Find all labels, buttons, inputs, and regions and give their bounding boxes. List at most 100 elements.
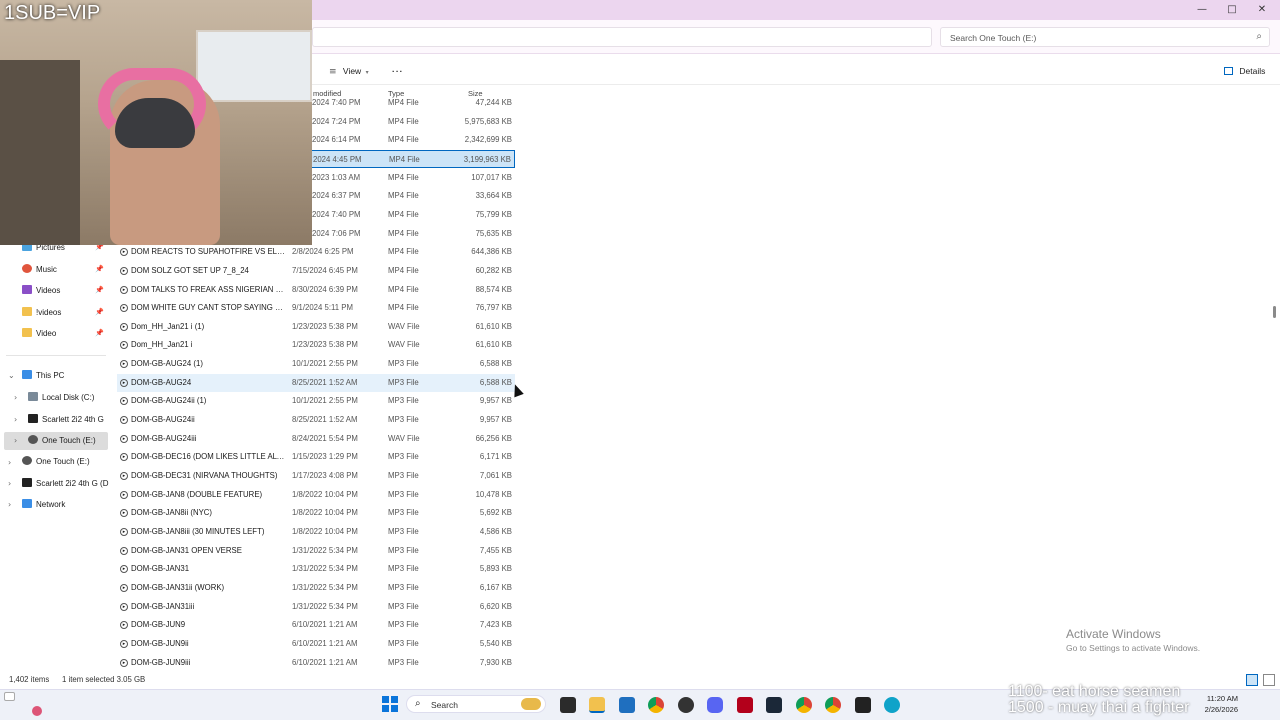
file-name: DOM-GB-AUG24 bbox=[131, 377, 192, 387]
sidebar-item-scarlett[interactable]: Scarlett 2i2 4th G bbox=[28, 411, 104, 429]
sidebar-item-network[interactable]: Network bbox=[22, 496, 65, 514]
file-date-modified: 1/23/2023 5:38 PM bbox=[292, 321, 358, 331]
sidebar-item-one-touch-selected[interactable]: One Touch (E:) bbox=[4, 432, 108, 450]
file-size: 5,975,683 KB bbox=[464, 116, 512, 126]
file-row[interactable]: ▸ DOM-GB-AUG24 8/25/2021 1:52 AM MP3 File 6,… bbox=[117, 373, 515, 392]
media-file-icon: ▸ bbox=[120, 527, 128, 536]
tiles-view-icon[interactable] bbox=[1263, 674, 1275, 686]
sidebar-item-videos[interactable]: Videos bbox=[22, 282, 60, 300]
obs-icon[interactable] bbox=[678, 697, 694, 713]
start-button[interactable] bbox=[382, 696, 398, 712]
chrome-icon[interactable] bbox=[648, 697, 664, 713]
file-row[interactable]: ▸ Dom_HH_Jan21 i (1) 1/23/2023 5:38 PM WAV … bbox=[117, 318, 515, 336]
edge-icon[interactable] bbox=[884, 697, 900, 713]
chevron-right-icon[interactable]: › bbox=[8, 479, 11, 488]
chevron-down-icon[interactable]: ⌄ bbox=[8, 371, 15, 380]
sidebar-item-label: One Touch (E:) bbox=[42, 436, 96, 445]
taskbar-search-box[interactable]: ⌕ Search bbox=[406, 695, 546, 713]
address-path-input[interactable] bbox=[312, 27, 932, 47]
minimize-button[interactable]: — bbox=[1188, 2, 1216, 18]
chrome-icon-2[interactable] bbox=[796, 697, 812, 713]
drive-icon bbox=[28, 435, 38, 444]
file-date-modified: 2023 1:03 AM bbox=[312, 172, 361, 182]
chevron-down-icon: ▾ bbox=[365, 70, 369, 76]
file-explorer-icon[interactable] bbox=[589, 697, 605, 713]
app-icon[interactable] bbox=[855, 697, 871, 713]
system-clock[interactable]: 11:20 AM 2/26/2026 bbox=[1205, 693, 1238, 715]
chevron-right-icon[interactable]: › bbox=[14, 436, 17, 445]
file-name: DOM-GB-JAN8iii (30 MINUTES LEFT) bbox=[131, 526, 265, 536]
more-options-button[interactable]: ··· bbox=[392, 64, 404, 78]
pin-icon: 📌 bbox=[95, 309, 104, 316]
pin-icon: 📌 bbox=[95, 266, 104, 273]
file-row[interactable]: ▸ DOM-GB-JAN31 OPEN VERSE 1/31/2022 5:34 P… bbox=[117, 542, 515, 560]
sidebar-item-videos-folder[interactable]: !videos bbox=[22, 304, 61, 322]
details-pane-button[interactable]: Details bbox=[1224, 64, 1265, 78]
media-file-icon: ▸ bbox=[120, 341, 128, 350]
steam-icon[interactable] bbox=[766, 697, 782, 713]
file-size: 75,635 KB bbox=[475, 228, 512, 238]
file-row[interactable]: ▸ DOM-GB-JAN31 1/31/2022 5:34 PM MP3 File 5,… bbox=[117, 560, 515, 578]
sidebar-item-local-disk[interactable]: Local Disk (C:) bbox=[28, 389, 94, 407]
sidebar-item-music[interactable]: Music bbox=[22, 261, 57, 279]
adobe-icon[interactable] bbox=[737, 697, 753, 713]
item-count: 1,402 items bbox=[9, 675, 50, 684]
file-row[interactable]: ▸ DOM-GB-AUG24iii 8/24/2021 5:54 PM WAV Fil… bbox=[117, 430, 515, 448]
task-view-icon[interactable] bbox=[560, 697, 576, 713]
file-row[interactable]: ▸ DOM-GB-DEC31 (NIRVANA THOUGHTS) 1/17/202… bbox=[117, 467, 515, 485]
details-view-icon[interactable] bbox=[1246, 674, 1258, 686]
file-name: DOM-GB-JUN9ii bbox=[131, 638, 189, 648]
file-row[interactable]: ▸ DOM-GB-JAN31ii (WORK) 1/31/2022 5:34 PM M… bbox=[117, 579, 515, 597]
sidebar-item-label: Scarlett 2i2 4th G (D bbox=[36, 479, 109, 488]
chevron-right-icon[interactable]: › bbox=[14, 415, 17, 424]
file-row[interactable]: ▸ DOM-GB-JAN8 (DOUBLE FEATURE) 1/8/2022 10… bbox=[117, 486, 515, 504]
file-size: 76,797 KB bbox=[475, 303, 512, 313]
close-button[interactable]: ✕ bbox=[1248, 2, 1276, 18]
calculator-icon[interactable] bbox=[619, 697, 635, 713]
chrome-icon-3[interactable] bbox=[825, 697, 841, 713]
file-type: MP3 File bbox=[388, 415, 419, 425]
file-row[interactable]: ▸ DOM-GB-JUN9ii 6/10/2021 1:21 AM MP3 File 5… bbox=[117, 635, 515, 653]
vertical-scrollbar[interactable] bbox=[1273, 306, 1276, 318]
network-icon bbox=[22, 499, 32, 508]
chevron-right-icon[interactable]: › bbox=[8, 458, 11, 467]
discord-icon[interactable] bbox=[707, 697, 723, 713]
file-row[interactable]: ▸ DOM-GB-AUG24ii 8/25/2021 1:52 AM MP3 File… bbox=[117, 411, 515, 429]
sidebar-item-scarlett-d[interactable]: Scarlett 2i2 4th G (D bbox=[22, 475, 108, 493]
file-row[interactable]: ▸ DOM-GB-JAN31iii 1/31/2022 5:34 PM MP3 Fil… bbox=[117, 598, 515, 616]
file-row[interactable]: ▸ DOM TALKS TO FREAK ASS NIGERIAN NI... 8/… bbox=[117, 281, 515, 299]
chevron-right-icon[interactable]: › bbox=[14, 393, 17, 402]
file-row[interactable]: ▸ DOM-GB-DEC16 (DOM LIKES LITTLE ALT... 1/… bbox=[117, 448, 515, 466]
file-date-modified: 10/1/2021 2:55 PM bbox=[292, 396, 358, 406]
file-row[interactable]: ▸ DOM-GB-AUG24ii (1) 10/1/2021 2:55 PM MP3 … bbox=[117, 392, 515, 410]
file-size: 6,588 KB bbox=[479, 359, 512, 369]
view-button[interactable]: ≡ View ▾ bbox=[329, 64, 369, 78]
file-row[interactable]: ▸ DOM-GB-JUN9iii 6/10/2021 1:21 AM MP3 File… bbox=[117, 654, 515, 672]
media-file-icon: ▸ bbox=[120, 546, 128, 555]
file-row[interactable]: ▸ DOM-GB-JAN8iii (30 MINUTES LEFT) 1/8/202… bbox=[117, 523, 515, 541]
media-file-icon: ▸ bbox=[120, 434, 128, 443]
maximize-button[interactable]: □ bbox=[1218, 2, 1246, 18]
sidebar-item-this-pc[interactable]: This PC bbox=[22, 367, 64, 385]
pin-icon: 📌 bbox=[95, 287, 104, 294]
file-size: 5,893 KB bbox=[479, 564, 512, 574]
file-date-modified: 1/31/2022 5:34 PM bbox=[292, 582, 358, 592]
scarlett-icon bbox=[28, 414, 38, 423]
sidebar-item-video[interactable]: Video bbox=[22, 325, 56, 343]
chevron-right-icon[interactable]: › bbox=[8, 500, 11, 509]
file-row[interactable]: ▸ DOM-GB-JAN8ii (NYC) 1/8/2022 10:04 PM MP3… bbox=[117, 504, 515, 522]
sidebar-item-one-touch[interactable]: One Touch (E:) bbox=[22, 453, 90, 471]
file-size: 7,423 KB bbox=[479, 620, 512, 630]
media-file-icon: ▸ bbox=[120, 639, 128, 648]
file-row[interactable]: ▸ DOM WHITE GUY CANT STOP SAYING NI... 9/1… bbox=[117, 299, 515, 317]
file-row[interactable]: ▸ DOM REACTS TO SUPAHOTFIRE VS ELI M... 2/… bbox=[117, 243, 515, 261]
widget-icon-2[interactable] bbox=[32, 706, 42, 716]
file-row[interactable]: ▸ Dom_HH_Jan21 i 1/23/2023 5:38 PM WAV File… bbox=[117, 336, 515, 354]
file-type: MP3 File bbox=[388, 582, 419, 592]
file-row[interactable]: ▸ DOM SOLZ GOT SET UP 7_8_24 7/15/2024 6:4… bbox=[117, 262, 515, 280]
widget-icon[interactable] bbox=[4, 692, 15, 701]
selection-info: 1 item selected 3.05 GB bbox=[62, 675, 146, 684]
search-input[interactable]: Search One Touch (E:) ⌕ bbox=[940, 27, 1270, 47]
file-row[interactable]: ▸ DOM-GB-AUG24 (1) 10/1/2021 2:55 PM MP3 Fi… bbox=[117, 355, 515, 373]
file-row[interactable]: ▸ DOM-GB-JUN9 6/10/2021 1:21 AM MP3 File 7,4… bbox=[117, 616, 515, 634]
